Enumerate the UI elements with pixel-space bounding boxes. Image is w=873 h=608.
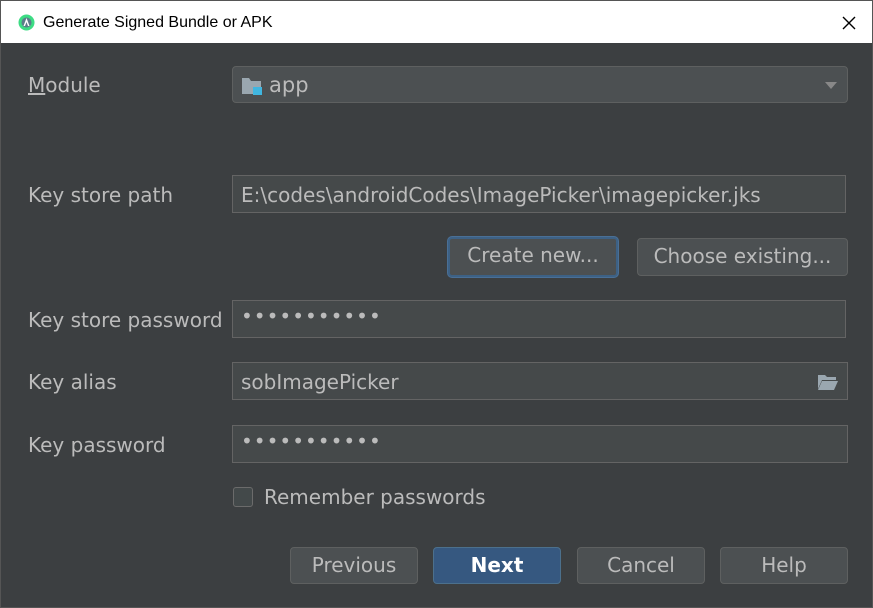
key-alias-label-text: Key alias [28,370,117,394]
dialog-window: Generate Signed Bundle or APK Module app… [0,0,873,608]
key-password-label-text: Key password [28,433,166,457]
module-folder-icon [242,78,262,95]
create-new-button[interactable]: Create new... [448,237,618,277]
keystore-path-label: Key store path [28,183,173,207]
remember-passwords-checkbox[interactable] [233,487,253,507]
keystore-password-input[interactable]: ••••••••••• [232,300,846,338]
window-title: Generate Signed Bundle or APK [43,14,273,31]
module-select[interactable]: app [232,66,848,103]
chevron-down-icon [825,82,837,89]
keystore-path-label-text: Key store path [28,183,174,207]
help-button[interactable]: Help [720,547,848,584]
module-label-text: odule [45,73,101,97]
module-label: Module [28,73,101,97]
close-icon[interactable] [839,13,859,33]
key-alias-input[interactable]: sobImagePicker [232,362,848,400]
module-value: app [269,73,309,97]
next-button[interactable]: Next [433,547,561,584]
choose-existing-button[interactable]: Choose existing... [637,238,848,276]
cancel-button[interactable]: Cancel [577,547,705,584]
key-password-value: ••••••••••• [241,429,382,453]
title-bar: Generate Signed Bundle or APK [1,1,872,43]
previous-button[interactable]: Previous [290,547,418,584]
folder-open-icon[interactable] [817,373,839,391]
remember-passwords-label[interactable]: Remember passwords [264,485,486,509]
keystore-path-input[interactable]: E:\codes\androidCodes\ImagePicker\imagep… [232,175,846,213]
keystore-password-label: Key store password [28,308,223,332]
key-alias-label: Key alias [28,370,117,394]
key-password-input[interactable]: ••••••••••• [232,425,848,463]
keystore-path-value: E:\codes\androidCodes\ImagePicker\imagep… [241,183,761,207]
keystore-password-label-text: Key store password [28,308,223,332]
key-password-label: Key password [28,433,166,457]
key-alias-value: sobImagePicker [241,370,399,394]
keystore-password-value: ••••••••••• [241,304,382,328]
android-studio-icon [18,14,35,31]
